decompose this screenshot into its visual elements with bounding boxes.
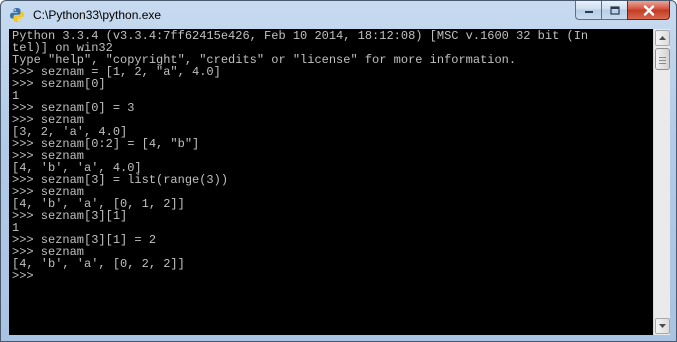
- maximize-button[interactable]: [601, 1, 627, 20]
- console-line: >>> seznam[0:2] = [4, "b"]: [12, 137, 200, 151]
- console-line: >>> seznam[0]: [12, 77, 106, 91]
- grip-lines: [659, 57, 666, 64]
- console-line: >>> seznam[3][1]: [12, 209, 128, 223]
- minimize-button[interactable]: [575, 1, 601, 20]
- scrollbar-thumb[interactable]: [655, 48, 670, 70]
- window-title: C:\Python33\python.exe: [33, 8, 162, 22]
- console-line: >>> seznam[3] = list(range(3)): [12, 173, 229, 187]
- maximize-icon: [609, 5, 620, 15]
- scroll-up-button[interactable]: [655, 30, 670, 46]
- console-text: Python 3.3.4 (v3.3.4:7ff62415e426, Feb 1…: [12, 30, 588, 282]
- console-line: >>> seznam[3][1] = 2: [12, 233, 157, 247]
- console-line: >>> seznam[0] = 3: [12, 101, 135, 115]
- console-output[interactable]: Python 3.3.4 (v3.3.4:7ff62415e426, Feb 1…: [9, 29, 662, 335]
- scroll-down-button[interactable]: [655, 318, 670, 334]
- close-icon: [643, 4, 654, 16]
- minimize-icon: [584, 11, 593, 13]
- python-icon: [10, 8, 24, 22]
- close-button[interactable]: [627, 1, 670, 20]
- console-line: >>>: [12, 269, 34, 283]
- console-window: C:\Python33\python.exe Python 3.3.4 (v3.…: [0, 0, 677, 342]
- vertical-scrollbar[interactable]: [653, 29, 670, 335]
- console-line: [4, 'b', 'a', [0, 2, 2]]: [12, 257, 185, 271]
- arrow-up-icon: [659, 36, 666, 40]
- arrow-down-icon: [659, 324, 666, 328]
- window-controls: [575, 1, 670, 21]
- title-bar[interactable]: C:\Python33\python.exe: [1, 1, 676, 29]
